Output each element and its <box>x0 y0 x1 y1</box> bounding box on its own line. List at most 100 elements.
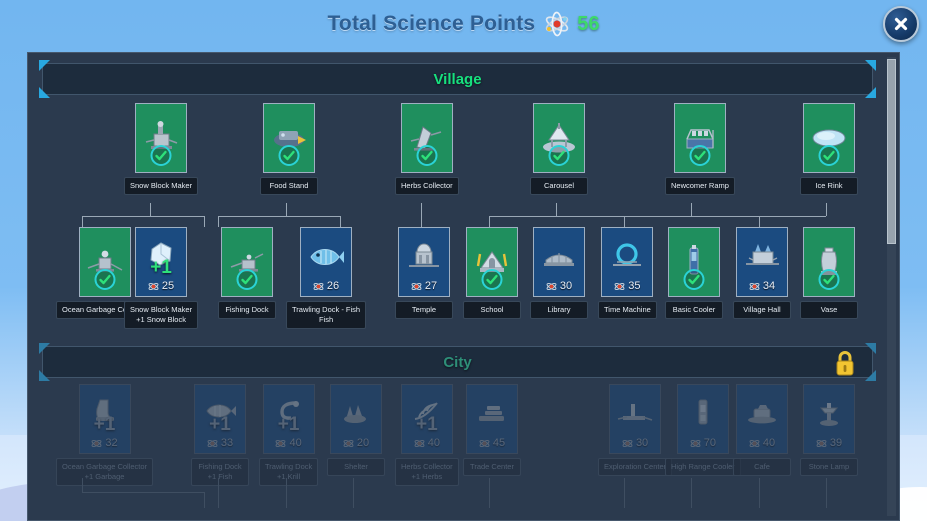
tech-card[interactable]: 39 <box>803 384 855 454</box>
atom-cost-icon <box>275 438 286 449</box>
cost-value: 33 <box>221 437 233 449</box>
tech-card[interactable] <box>803 103 855 173</box>
tech-card[interactable] <box>221 227 273 297</box>
tech-node[interactable]: School <box>463 227 521 319</box>
tech-card[interactable]: 70 <box>677 384 729 454</box>
atom-cost-icon <box>690 438 701 449</box>
tech-name-label: School <box>463 301 521 319</box>
cost-value: 40 <box>428 437 440 449</box>
tech-node[interactable]: Newcomer Ramp <box>665 103 735 195</box>
city-connectors <box>28 478 887 508</box>
tech-node[interactable]: Fishing Dock <box>218 227 276 319</box>
tech-node[interactable]: +1 32 Ocean Garbage Collector +1 Garbage <box>56 384 153 486</box>
tech-node[interactable]: 30 Library <box>530 227 588 319</box>
tech-card[interactable] <box>533 103 585 173</box>
section-label: City <box>443 354 471 371</box>
tech-name-label: Trawling Dock - Fish Fish <box>286 301 366 329</box>
tech-node[interactable]: 27 Temple <box>395 227 453 319</box>
tech-name-label: Temple <box>395 301 453 319</box>
tech-node[interactable]: 26 Trawling Dock - Fish Fish <box>286 227 366 329</box>
tech-card[interactable]: +1 40 <box>401 384 453 454</box>
tech-card[interactable] <box>803 227 855 297</box>
tech-card[interactable] <box>401 103 453 173</box>
connector <box>691 478 692 508</box>
tech-name-label: Newcomer Ramp <box>665 177 735 195</box>
tech-card[interactable] <box>674 103 726 173</box>
corner-accent-icon <box>39 60 50 71</box>
unlocked-check-icon <box>819 145 840 166</box>
atom-cost-icon <box>313 281 324 292</box>
tech-card[interactable]: 34 <box>736 227 788 297</box>
page-title: Total Science Points <box>327 12 535 36</box>
tech-node[interactable]: Carousel <box>530 103 588 195</box>
tech-card[interactable]: +1 40 <box>263 384 315 454</box>
connector <box>556 203 557 216</box>
tech-node[interactable]: 35 Time Machine <box>598 227 657 319</box>
tech-node[interactable]: Ice Rink <box>800 103 858 195</box>
tech-card[interactable]: +1 32 <box>79 384 131 454</box>
cost-value: 39 <box>830 437 842 449</box>
tech-name-label: Carousel <box>530 177 588 195</box>
cost-value: 40 <box>763 437 775 449</box>
tech-node[interactable]: Basic Cooler <box>665 227 723 319</box>
tech-card[interactable]: +1 25 <box>135 227 187 297</box>
tech-node[interactable]: Vase <box>800 227 858 319</box>
tech-node[interactable]: 30 Exploration Center <box>598 384 672 476</box>
tech-node[interactable]: +1 33 Fishing Dock +1 Fish <box>191 384 249 486</box>
connector <box>826 478 827 508</box>
tech-card[interactable] <box>79 227 131 297</box>
tech-name-label: Snow Block Maker <box>124 177 198 195</box>
tech-card[interactable]: 30 <box>609 384 661 454</box>
cost-badge: 26 <box>301 280 351 292</box>
atom-cost-icon <box>411 281 422 292</box>
connector <box>82 492 204 493</box>
connector <box>286 203 287 216</box>
close-icon[interactable] <box>883 6 919 42</box>
cost-badge: 25 <box>136 280 186 292</box>
unlocked-check-icon <box>151 145 172 166</box>
tech-card[interactable]: 20 <box>330 384 382 454</box>
tech-card[interactable]: 40 <box>736 384 788 454</box>
connector <box>353 478 354 508</box>
cost-badge: 40 <box>737 437 787 449</box>
tech-card[interactable]: +1 33 <box>194 384 246 454</box>
tech-node[interactable]: 45 Trade Center <box>463 384 521 476</box>
tech-card[interactable] <box>135 103 187 173</box>
tech-node[interactable]: 39 Stone Lamp <box>800 384 858 476</box>
tech-node[interactable]: Snow Block Maker <box>124 103 198 195</box>
tech-card[interactable] <box>466 227 518 297</box>
tech-node[interactable]: 34 Village Hall <box>733 227 791 319</box>
tech-card[interactable]: 30 <box>533 227 585 297</box>
cost-value: 30 <box>560 280 572 292</box>
village-row-1: Snow Block Maker <box>28 95 887 203</box>
tech-card[interactable] <box>263 103 315 173</box>
tech-name-label: High Range Cooler <box>665 458 741 476</box>
connector <box>82 216 83 227</box>
tech-card[interactable]: 45 <box>466 384 518 454</box>
scrollbar-thumb[interactable] <box>887 59 896 244</box>
bonus-plus-label: +1 <box>264 415 314 434</box>
connector <box>150 203 151 216</box>
tech-tree-panel: Village <box>27 52 900 521</box>
unlocked-check-icon <box>689 145 710 166</box>
tech-name-label: Fishing Dock <box>218 301 276 319</box>
tech-card[interactable]: 26 <box>300 227 352 297</box>
connector <box>826 203 827 216</box>
tech-node[interactable]: 70 High Range Cooler <box>665 384 741 476</box>
tech-node[interactable]: Food Stand <box>260 103 318 195</box>
section-header-village[interactable]: Village <box>42 63 873 95</box>
tech-node[interactable]: +1 40 Herbs Collector +1 Herbs <box>395 384 459 486</box>
section-header-city[interactable]: City <box>42 346 873 378</box>
tech-card[interactable]: 27 <box>398 227 450 297</box>
cost-badge: 32 <box>80 437 130 449</box>
cost-value: 20 <box>357 437 369 449</box>
tech-node[interactable]: 20 Shelter <box>327 384 385 476</box>
tech-card[interactable]: 35 <box>601 227 653 297</box>
tech-node[interactable]: Herbs Collector <box>395 103 459 195</box>
tech-node[interactable]: +1 25 Snow Block Maker +1 Snow Block <box>124 227 198 329</box>
cost-value: 25 <box>162 280 174 292</box>
tech-card[interactable] <box>668 227 720 297</box>
tech-node[interactable]: 40 Cafe <box>733 384 791 476</box>
tech-name-label: Cafe <box>733 458 791 476</box>
tech-node[interactable]: +1 40 Trawling Dock +1 Krill <box>259 384 318 486</box>
